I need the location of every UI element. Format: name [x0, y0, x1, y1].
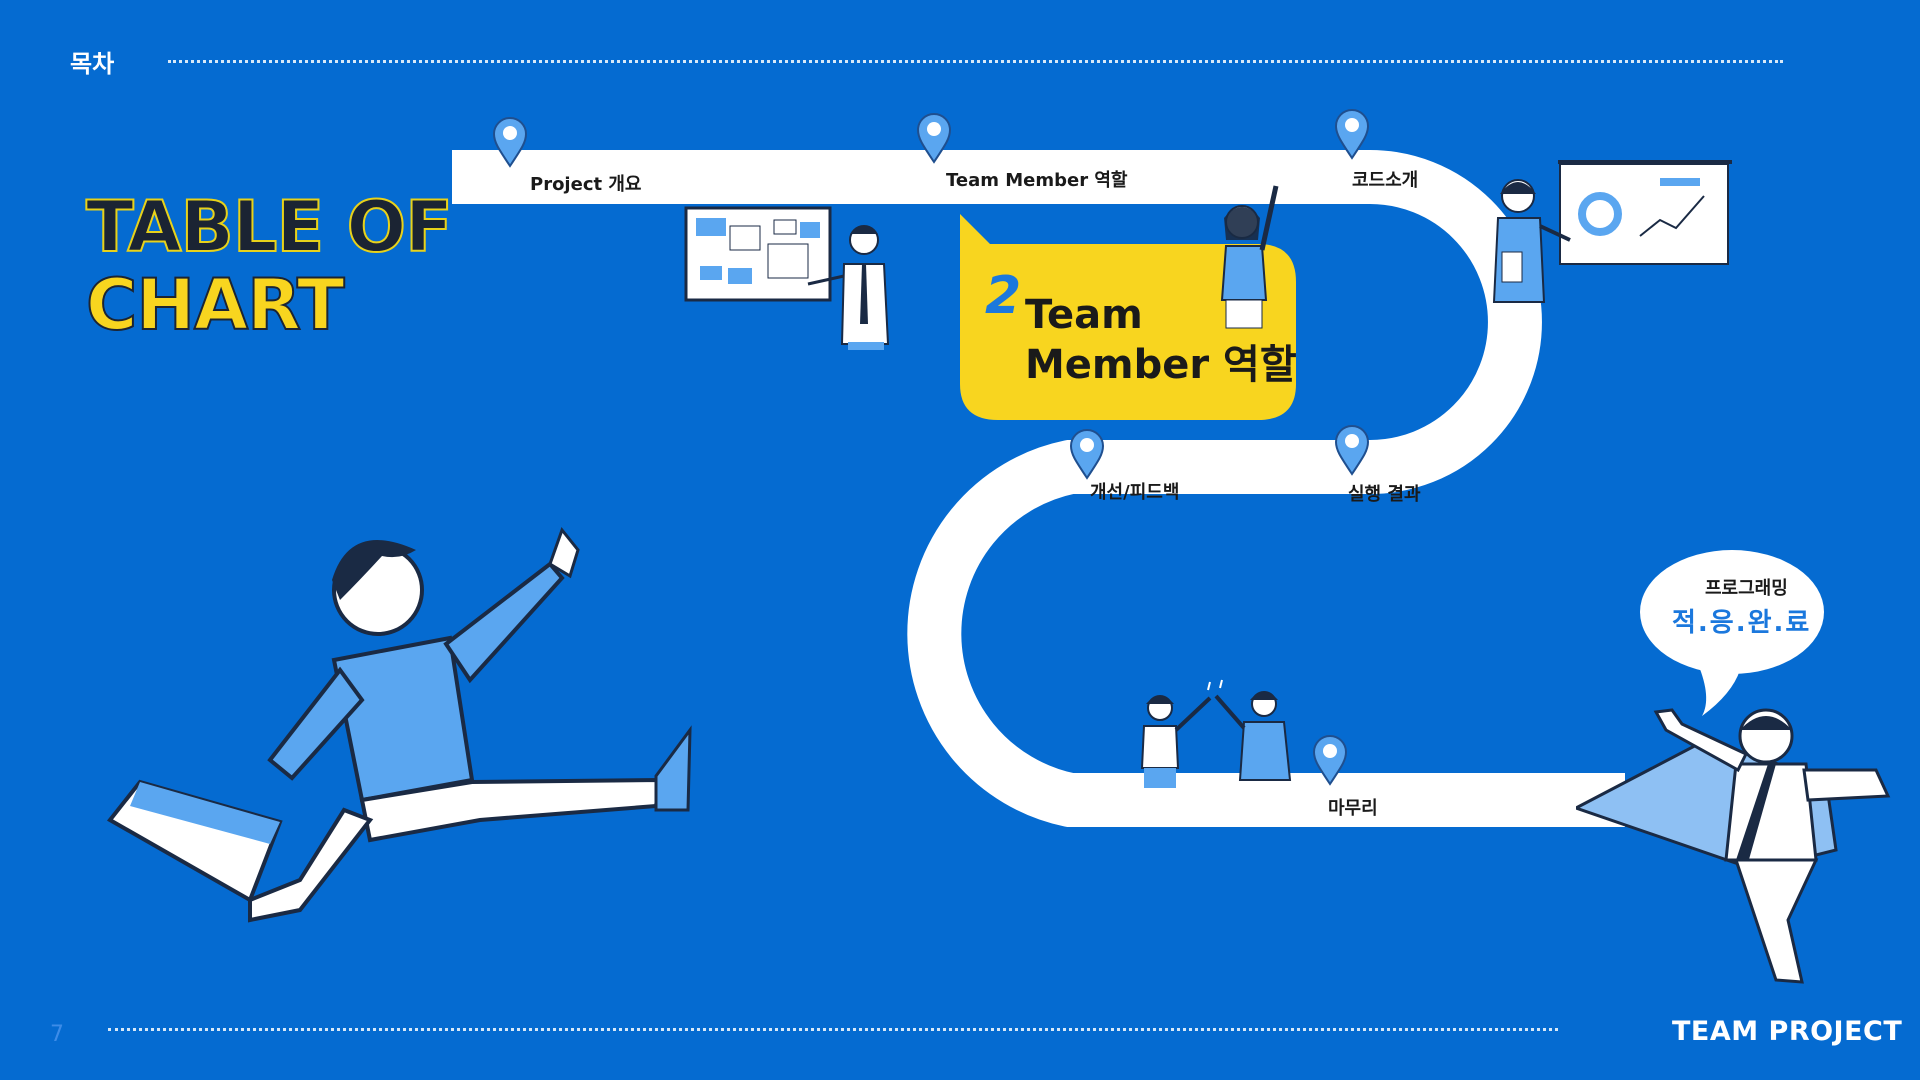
highlight-number: 2 — [985, 266, 1022, 326]
superhero-illustration — [1576, 708, 1891, 984]
pin-icon[interactable] — [1069, 428, 1105, 480]
toc-heading-line2: CHART — [85, 264, 346, 346]
pin-icon[interactable] — [1334, 108, 1370, 160]
high-five-illustration — [1140, 679, 1292, 788]
pin-icon[interactable] — [1334, 424, 1370, 476]
cheering-woman-illustration — [1220, 185, 1279, 329]
running-man-illustration — [106, 526, 692, 923]
chart-presenter-illustration — [1492, 160, 1732, 303]
stop-label-code-intro[interactable]: 코드소개 — [1352, 166, 1418, 192]
stop-label-feedback[interactable]: 개선/피드백 — [1090, 478, 1179, 504]
highlight-title-line2: Member 역할 — [1025, 342, 1297, 388]
footer-divider — [108, 1028, 1558, 1031]
stop-label-project-overview[interactable]: Project 개요 — [530, 170, 641, 196]
presenter-board-illustration — [684, 206, 890, 350]
stop-label-team-member[interactable]: Team Member 역할 — [946, 166, 1128, 192]
pin-icon[interactable] — [492, 116, 528, 168]
speech-line-1: 프로그래밍 — [1705, 578, 1788, 599]
stop-label-results[interactable]: 실행 결과 — [1348, 480, 1421, 506]
toc-heading-line1: TABLE OF — [85, 186, 454, 268]
page-number: 7 — [50, 1022, 64, 1047]
pin-icon[interactable] — [916, 112, 952, 164]
speech-line-2: 적.응.완.료 — [1672, 608, 1812, 638]
stop-label-closing[interactable]: 마무리 — [1328, 794, 1378, 820]
footer-title: TEAM PROJECT — [1672, 1016, 1903, 1047]
toc-heading: TABLE OF CHART — [85, 186, 454, 346]
